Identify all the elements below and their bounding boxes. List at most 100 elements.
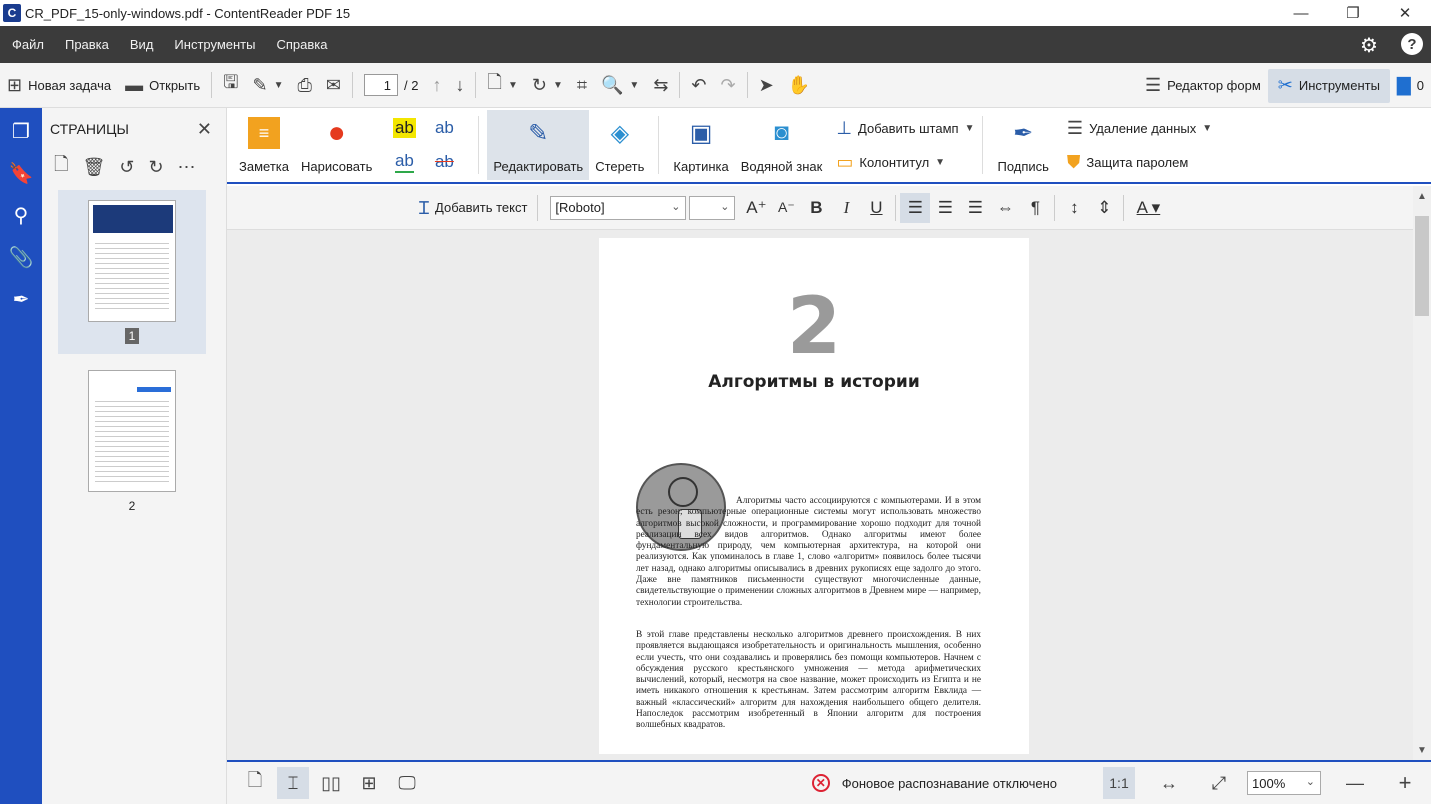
zoom-select[interactable]: 100% ⌄ (1247, 771, 1321, 795)
save-as-button[interactable]: ✎ ▼ (245, 63, 290, 108)
picture-icon: ▣ (689, 119, 713, 147)
font-family-select[interactable]: [Roboto] ⌄ (550, 195, 687, 220)
page-number-input[interactable]: 1 (363, 74, 398, 96)
align-left-icon[interactable]: ☰ (900, 192, 931, 223)
find-button[interactable]: 🔍 ▼ (594, 63, 646, 108)
crop-button[interactable]: ⌗ (570, 63, 594, 108)
align-right-icon[interactable]: ☰ (960, 193, 990, 223)
underline-icon[interactable]: U (861, 193, 891, 223)
erase-button[interactable]: ◈ Стереть (589, 110, 650, 180)
hand-tool-button[interactable]: ✋ (781, 63, 817, 108)
page-thumbnail-1[interactable]: 1 (58, 190, 206, 354)
document-view[interactable]: 2 Алгоритмы в истории Алгоритмы часто ас… (227, 230, 1413, 760)
rotate-left-icon[interactable]: ↺ (119, 157, 134, 178)
attachment-icon[interactable]: 📎 (6, 242, 36, 272)
signature-button[interactable]: ✒ Подпись (991, 110, 1054, 180)
font-color-icon[interactable]: A ▾ (1128, 193, 1168, 223)
continuous-page-icon[interactable]: ⌶ (277, 767, 309, 799)
paragraph-spacing-icon[interactable]: ⇕ (1089, 193, 1119, 223)
prev-page-button[interactable]: ↑ (425, 63, 448, 108)
actual-size-button[interactable]: 1:1 (1103, 767, 1135, 799)
help-icon[interactable]: ? (1401, 33, 1423, 55)
settings-gear-icon[interactable]: ⚙ (1357, 33, 1381, 57)
align-center-icon[interactable]: ☰ (930, 193, 960, 223)
bold-icon[interactable]: B (801, 193, 831, 223)
menu-help[interactable]: Справка (267, 37, 336, 52)
two-page-icon[interactable]: ▯▯ (315, 767, 347, 799)
rotate-button[interactable]: ↻ ▼ (525, 63, 570, 108)
pages-icon[interactable]: ❐ (6, 116, 36, 146)
bookmark-icon[interactable]: 🔖 (6, 158, 36, 188)
menu-view[interactable]: Вид (121, 37, 163, 52)
scroll-up-icon[interactable]: ▲ (1413, 188, 1431, 204)
vertical-scrollbar[interactable]: ▲ ▼ (1413, 186, 1431, 760)
tools-toggle-button[interactable]: ✂ Инструменты (1267, 68, 1390, 103)
increase-font-icon[interactable]: A⁺ (741, 193, 771, 223)
more-icon[interactable]: ⋯ (178, 157, 196, 178)
close-window-button[interactable]: ✕ (1379, 0, 1431, 26)
line-spacing-icon[interactable]: ↕ (1059, 193, 1089, 223)
comments-button[interactable]: ▇ 0 (1390, 63, 1431, 108)
undo-button[interactable]: ↶ (684, 63, 713, 108)
note-label: Заметка (239, 159, 289, 174)
strikethrough-text-icon[interactable]: ab (424, 145, 464, 179)
insert-page-icon[interactable]: 🗋 (54, 152, 68, 182)
highlight-text-icon[interactable]: ab (384, 111, 424, 145)
menu-file[interactable]: Файл (3, 37, 53, 52)
thumbnail-label: 2 (128, 499, 136, 513)
draw-button[interactable]: ● Нарисовать (295, 110, 378, 180)
paragraph-2: В этой главе представлены несколько алго… (636, 630, 981, 731)
fit-width-icon[interactable]: ↔ (1153, 767, 1185, 799)
save-button[interactable]: 🖫 (216, 63, 245, 108)
new-task-button[interactable]: ⊞ Новая задача (0, 63, 118, 108)
search-icon[interactable]: ⚲ (6, 200, 36, 230)
add-page-button[interactable]: 🗋 ▼ (480, 63, 524, 108)
add-text-button[interactable]: Ɪ Добавить текст (413, 196, 533, 220)
signature-pen-icon[interactable]: ✒ (6, 284, 36, 314)
add-stamp-button[interactable]: ⊥ Добавить штамп ▼ (836, 111, 974, 145)
redact-button[interactable]: ☰ Удаление данных ▼ (1067, 111, 1212, 145)
close-panel-icon[interactable]: ✕ (197, 119, 212, 140)
two-page-continuous-icon[interactable]: ⊞ (353, 767, 385, 799)
scrollbar-thumb[interactable] (1415, 216, 1429, 316)
watermark-button[interactable]: ◙ Водяной знак (735, 110, 829, 180)
open-button[interactable]: ▬ Открыть (118, 63, 207, 108)
trash-icon[interactable]: 🗑 (82, 157, 105, 178)
single-page-icon[interactable]: 🗋 (239, 767, 271, 799)
edit-button[interactable]: ✎ Редактировать (487, 110, 590, 180)
page-thumbnail-2[interactable]: 2 (58, 370, 206, 514)
compare-button[interactable]: ⇆ (646, 63, 675, 108)
zoom-in-icon[interactable]: + (1389, 767, 1421, 799)
comments-count: 0 (1416, 78, 1424, 93)
fit-page-icon[interactable]: ⤢ (1203, 767, 1235, 799)
replace-text-icon[interactable]: ab (424, 111, 464, 145)
redo-button[interactable]: ↷ (714, 63, 743, 108)
scroll-down-icon[interactable]: ▼ (1413, 742, 1431, 758)
toolbar-separator (746, 72, 748, 98)
chapter-title: Алгоритмы в истории (708, 372, 920, 392)
decrease-font-icon[interactable]: A⁻ (771, 193, 801, 223)
picture-button[interactable]: ▣ Картинка (667, 110, 734, 180)
note-button[interactable]: ≡ Заметка (233, 110, 295, 180)
select-tool-button[interactable]: ➤ (752, 63, 781, 108)
menu-edit[interactable]: Правка (56, 37, 118, 52)
menu-tools[interactable]: Инструменты (165, 37, 264, 52)
header-footer-button[interactable]: ▭ Колонтитул ▼ (836, 145, 974, 179)
chevron-down-icon: ⌄ (671, 200, 681, 213)
restore-button[interactable]: ❐ (1327, 0, 1379, 26)
format-separator (895, 194, 897, 221)
next-page-button[interactable]: ↓ (448, 63, 471, 108)
italic-icon[interactable]: I (831, 193, 861, 223)
paragraph-icon[interactable]: ¶ (1020, 193, 1050, 223)
rotate-right-icon[interactable]: ↻ (148, 157, 163, 178)
form-editor-button[interactable]: ☰ Редактор форм (1138, 63, 1268, 108)
underline-text-icon[interactable]: ab (384, 145, 424, 179)
presentation-icon[interactable]: 🖵 (391, 767, 423, 799)
zoom-out-icon[interactable]: — (1339, 767, 1371, 799)
font-size-select[interactable]: ⌄ (689, 195, 736, 220)
minimize-button[interactable]: — (1275, 0, 1327, 26)
password-protection-button[interactable]: ⛊ Защита паролем (1067, 145, 1212, 179)
print-button[interactable]: ⎙ (290, 63, 318, 108)
justify-icon[interactable]: ⇔ (990, 193, 1020, 223)
email-button[interactable]: ✉ (319, 63, 348, 108)
